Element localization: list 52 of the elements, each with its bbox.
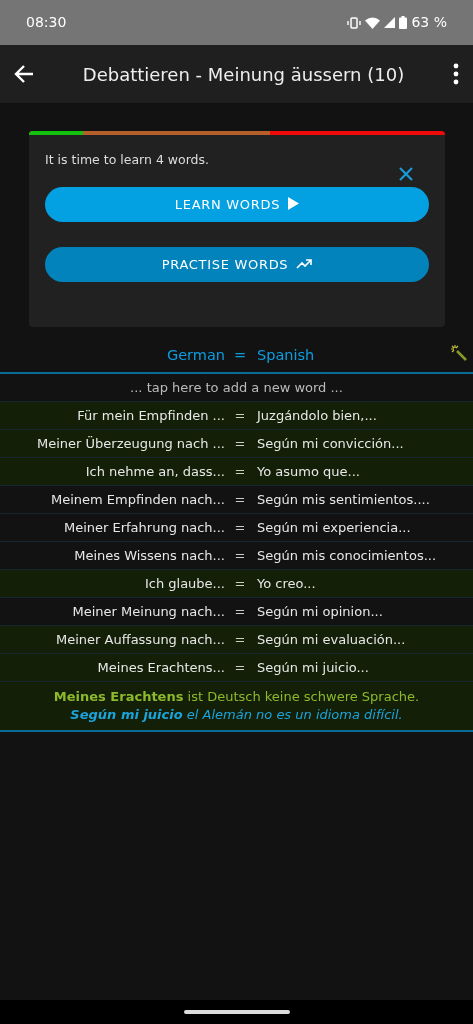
wifi-icon: [365, 16, 381, 29]
example-translation: Según mi juicio el Alemán no es un idioma difícil.: [69, 705, 404, 724]
vibrate-icon: [347, 16, 362, 29]
translation-text: Según mi convicción...: [256, 434, 405, 453]
example-sentence: Meines Erachtens ist Deutsch keine schwere Sprache.: [52, 688, 421, 706]
word-text: Meiner Erfahrung nach...: [62, 518, 225, 537]
translation-text: Según mi evaluación...: [256, 630, 407, 649]
screen-title: Debattieren - Meinung äussern (10): [81, 62, 406, 87]
word-text: Meiner Überzeugung nach ...: [36, 434, 225, 453]
equals-sign: =: [233, 630, 247, 649]
equals-sign: =: [233, 434, 247, 453]
equals-sign: =: [233, 658, 247, 677]
translation-text: Según mi juicio...: [256, 658, 370, 677]
equals-sign: =: [233, 518, 247, 537]
close-icon[interactable]: [399, 167, 413, 181]
column-heading: German: [165, 346, 225, 366]
equals-sign: =: [233, 406, 247, 425]
more-options-icon[interactable]: [453, 63, 459, 85]
translation-text: Yo asumo que...: [256, 462, 361, 481]
translation-text: Según mi experiencia...: [256, 518, 412, 537]
column-heading: Spanish: [256, 346, 315, 366]
equals-sign: =: [232, 346, 248, 366]
word-text: Meines Wissens nach...: [73, 546, 225, 565]
word-text: Ich glaube...: [143, 574, 225, 593]
battery-icon: [399, 16, 408, 29]
magic-wand-icon[interactable]: [451, 345, 467, 361]
translation-text: Yo creo...: [256, 574, 317, 593]
translation-text: Según mis sentimientos....: [256, 490, 431, 509]
equals-sign: =: [233, 490, 247, 509]
equals-sign: =: [233, 462, 247, 481]
practise-button[interactable]: PRACTISE WORDS: [45, 247, 429, 282]
word-text: Ich nehme an, dass...: [84, 462, 225, 481]
status-time: 08:30: [26, 13, 67, 32]
translation-text: Según mi opinion...: [256, 602, 384, 621]
equals-sign: =: [233, 574, 247, 593]
play-icon: [288, 196, 300, 210]
reminder-message: It is time to learn 4 words.: [45, 151, 210, 169]
signal-icon: [384, 17, 396, 28]
translation-text: Según mis conocimientos...: [256, 546, 438, 565]
word-text: Meinem Empfinden nach...: [49, 490, 225, 509]
word-text: Meiner Auffassung nach...: [55, 630, 225, 649]
battery-level: 63 %: [411, 13, 447, 32]
learn-button[interactable]: LEARN WORDS: [45, 187, 429, 222]
equals-sign: =: [233, 546, 247, 565]
word-text: Meiner Meinung nach...: [71, 602, 225, 621]
trending-up-icon: [296, 258, 313, 269]
translation-text: Juzgándolo bien,...: [255, 406, 378, 425]
word-text: Für mein Empfinden ...: [76, 406, 225, 425]
word-text: Meines Erachtens...: [96, 658, 225, 677]
equals-sign: =: [233, 602, 247, 621]
back-button[interactable]: [14, 65, 34, 83]
home-handle[interactable]: [183, 1010, 290, 1014]
